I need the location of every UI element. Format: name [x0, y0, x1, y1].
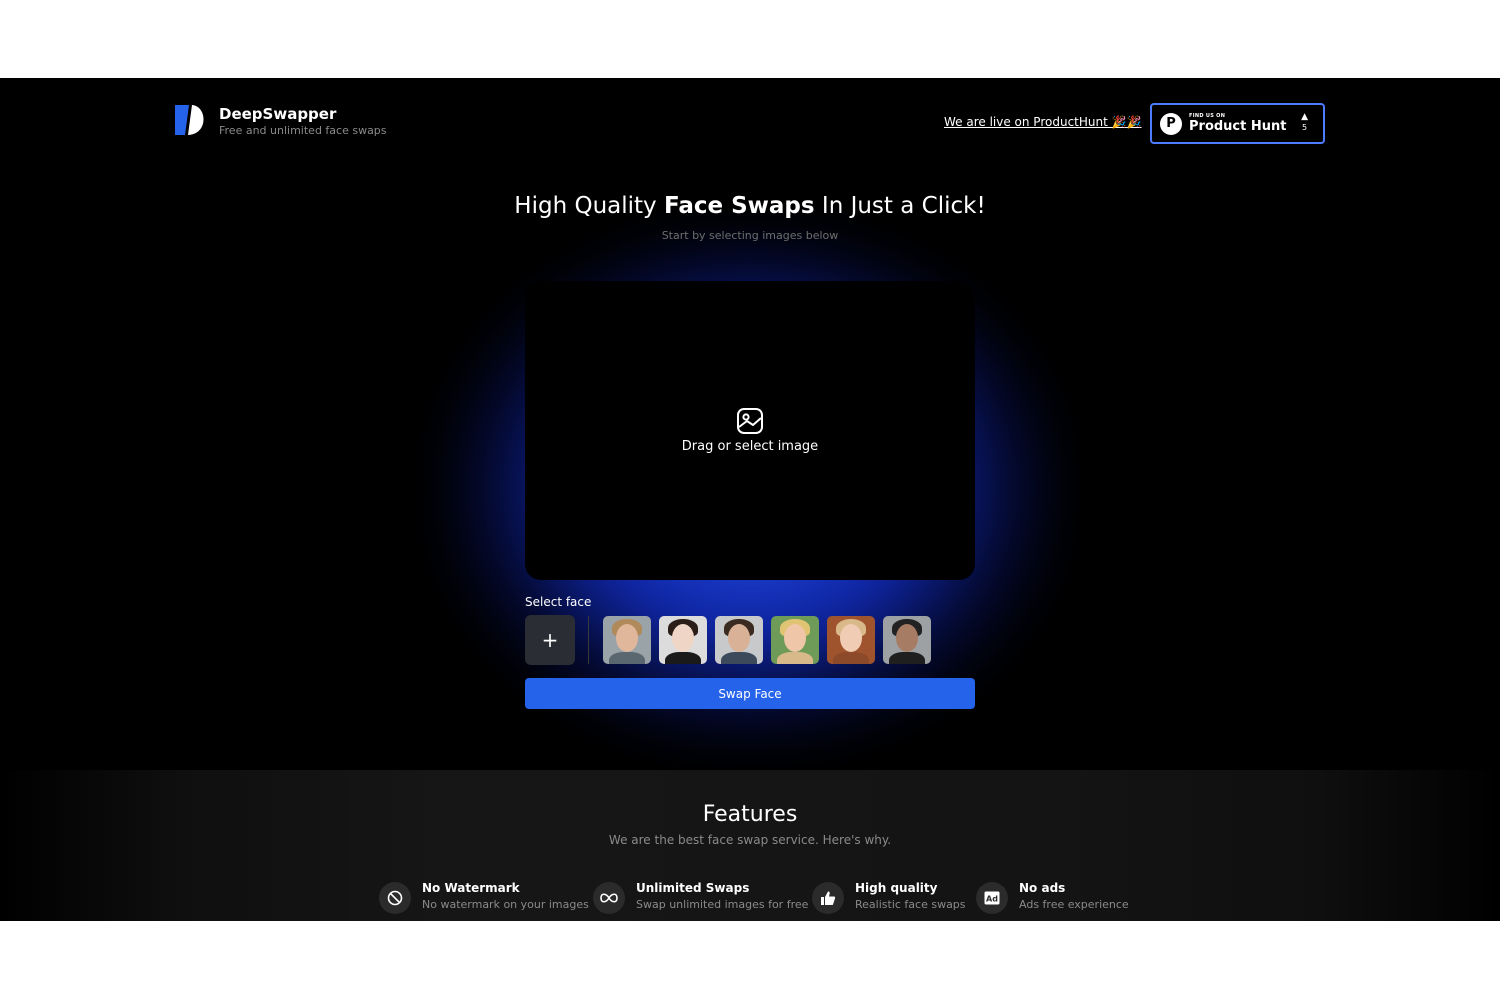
page-title: High Quality Face Swaps In Just a Click! — [0, 193, 1500, 219]
face-head — [784, 624, 806, 652]
feature-name: Unlimited Swaps — [636, 881, 750, 895]
producthunt-votes: ▲ 5 — [1301, 112, 1308, 134]
feature-desc: Realistic face swaps — [855, 898, 966, 911]
face-thumbnail-6[interactable] — [883, 616, 931, 664]
image-upload-icon — [737, 408, 763, 434]
face-head — [672, 624, 694, 652]
dropzone-label: Drag or select image — [681, 439, 819, 454]
features-section: Features We are the best face swap servi… — [0, 770, 1500, 921]
page-viewport: DeepSwapper Free and unlimited face swap… — [0, 78, 1500, 921]
face-thumbnail-3[interactable] — [715, 616, 763, 664]
page-subtitle: Start by selecting images below — [661, 229, 839, 242]
feature-desc: No watermark on your images — [422, 898, 589, 911]
face-divider — [588, 616, 589, 664]
face-body — [833, 652, 869, 664]
feature-unlimited-swaps: Unlimited Swaps Swap unlimited images fo… — [593, 881, 809, 914]
face-thumbnails — [603, 616, 939, 664]
feature-name: No ads — [1019, 881, 1066, 895]
features-title: Features — [702, 802, 798, 827]
logo-text: DeepSwapper Free and unlimited face swap… — [219, 104, 387, 138]
face-head — [896, 624, 918, 652]
producthunt-name: Product Hunt — [1189, 119, 1287, 134]
image-dropzone[interactable]: Drag or select image — [525, 281, 975, 580]
infinity-icon — [593, 882, 625, 914]
producthunt-badge-text: FIND US ON Product Hunt — [1189, 113, 1286, 134]
svg-text:Ad: Ad — [986, 895, 998, 904]
face-head — [840, 624, 862, 652]
face-thumbnail-5[interactable] — [827, 616, 875, 664]
title-bold: Face Swaps — [663, 193, 815, 219]
face-body — [777, 652, 813, 664]
face-body — [889, 652, 925, 664]
face-thumbnail-1[interactable] — [603, 616, 651, 664]
features-subtitle: We are the best face swap service. Here'… — [608, 833, 892, 847]
face-selector: + — [525, 615, 939, 665]
select-face-label: Select face — [525, 595, 592, 609]
logo[interactable]: DeepSwapper Free and unlimited face swap… — [174, 104, 387, 138]
face-head — [616, 624, 638, 652]
feature-desc: Swap unlimited images for free — [636, 898, 809, 911]
face-head — [728, 624, 750, 652]
producthunt-link[interactable]: We are live on ProductHunt 🎉🎉 — [944, 115, 1142, 129]
face-body — [609, 652, 645, 664]
brand-name: DeepSwapper — [219, 105, 337, 123]
face-thumbnail-2[interactable] — [659, 616, 707, 664]
header: DeepSwapper Free and unlimited face swap… — [0, 78, 1500, 168]
logo-mark-icon — [175, 105, 204, 135]
title-pre: High Quality — [514, 193, 664, 219]
producthunt-logo-icon: P — [1160, 112, 1182, 135]
face-body — [665, 652, 701, 664]
brand-tagline: Free and unlimited face swaps — [219, 124, 387, 137]
feature-no-ads: Ad No ads Ads free experience — [976, 881, 1129, 914]
feature-high-quality: High quality Realistic face swaps — [812, 881, 966, 914]
face-body — [721, 652, 757, 664]
feature-name: High quality — [855, 881, 938, 895]
face-thumbnail-4[interactable] — [771, 616, 819, 664]
feature-name: No Watermark — [422, 881, 520, 895]
vote-count: 5 — [1301, 123, 1308, 132]
swap-face-button[interactable]: Swap Face — [525, 678, 975, 709]
thumbs-up-icon — [812, 882, 844, 914]
ad-icon: Ad — [976, 882, 1008, 914]
no-watermark-icon — [379, 882, 411, 914]
feature-desc: Ads free experience — [1019, 898, 1129, 911]
add-face-button[interactable]: + — [525, 615, 575, 665]
upvote-arrow-icon: ▲ — [1301, 112, 1308, 122]
title-post: In Just a Click! — [814, 193, 986, 219]
producthunt-badge[interactable]: P FIND US ON Product Hunt ▲ 5 — [1150, 103, 1325, 144]
feature-no-watermark: No Watermark No watermark on your images — [379, 881, 589, 914]
